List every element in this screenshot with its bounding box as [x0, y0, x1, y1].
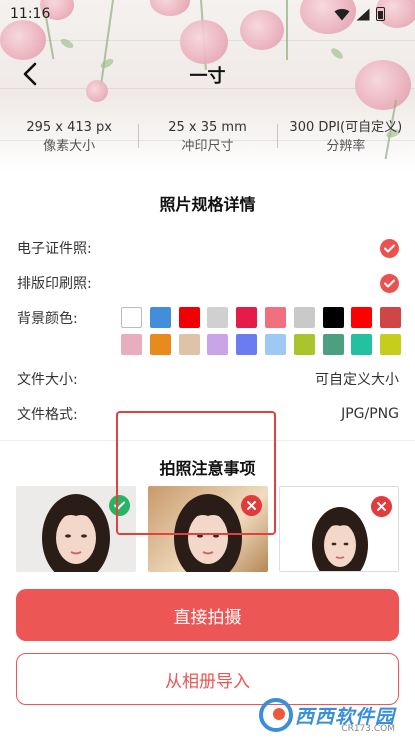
- sample-photo-wrong-framing: [279, 486, 399, 572]
- color-swatch[interactable]: [121, 334, 142, 355]
- color-swatch[interactable]: [149, 307, 171, 328]
- color-swatch[interactable]: [322, 307, 344, 328]
- spec-label: 冲印尺寸: [181, 139, 234, 154]
- shoot-button[interactable]: 直接拍摄: [16, 589, 399, 641]
- color-swatch[interactable]: [380, 307, 402, 328]
- spec-label: 像素大小: [43, 139, 96, 154]
- file-size-value: 可自定义大小: [315, 372, 399, 388]
- color-swatch[interactable]: [322, 334, 344, 355]
- print-photo-row: 排版印刷照:: [17, 271, 399, 295]
- color-swatch[interactable]: [207, 334, 229, 355]
- sample-photos: [16, 486, 399, 572]
- electronic-photo-label: 电子证件照:: [17, 241, 92, 257]
- spec-summary: 295 x 413 px 像素大小 25 x 35 mm 冲印尺寸 300 DP…: [0, 118, 415, 160]
- check-icon: [380, 273, 399, 293]
- background-color-row: 背景颜色:: [17, 306, 117, 330]
- file-size-label: 文件大小:: [17, 372, 78, 388]
- watermark-logo-icon: [258, 698, 293, 732]
- color-swatch[interactable]: [178, 307, 200, 328]
- color-swatch[interactable]: [236, 307, 258, 328]
- status-time: 11:16: [10, 6, 51, 22]
- notes-title: 拍照注意事项: [159, 459, 256, 478]
- spec-pixel-size: 295 x 413 px 像素大小: [0, 118, 138, 160]
- color-swatch[interactable]: [178, 334, 200, 355]
- spec-value: 25 x 35 mm: [168, 120, 247, 135]
- color-swatch[interactable]: [293, 334, 315, 355]
- color-swatch[interactable]: [351, 307, 373, 328]
- spec-label: 分辨率: [326, 139, 366, 154]
- rejected-icon: [240, 495, 262, 516]
- file-format-label: 文件格式:: [17, 407, 78, 423]
- watermark: 西西软件园 CR173.COM: [258, 698, 395, 734]
- color-swatch[interactable]: [380, 334, 402, 355]
- color-swatch[interactable]: [149, 334, 171, 355]
- file-format-value: JPG/PNG: [341, 406, 399, 422]
- status-bar: 11:16: [0, 0, 415, 30]
- details-title: 照片规格详情: [159, 195, 256, 214]
- details-card: 照片规格详情 电子证件照: 排版印刷照: 背景颜色: 文件大小: 可自定义大小 …: [0, 172, 415, 738]
- battery-icon: [376, 7, 385, 21]
- color-swatch[interactable]: [293, 307, 315, 328]
- approved-icon: [109, 495, 130, 516]
- rejected-icon: [371, 496, 392, 517]
- spec-resolution: 300 DPI(可自定义) 分辨率: [276, 118, 415, 160]
- color-swatch[interactable]: [264, 334, 286, 355]
- color-swatch[interactable]: [207, 307, 229, 328]
- wifi-icon: [334, 8, 350, 20]
- print-photo-label: 排版印刷照:: [17, 276, 92, 292]
- sample-photo-wrong-background: [147, 486, 268, 572]
- sample-photo-correct: [16, 486, 136, 572]
- background-color-label: 背景颜色:: [17, 311, 78, 327]
- spec-value: 300 DPI(可自定义): [289, 120, 403, 135]
- spec-value: 295 x 413 px: [26, 120, 112, 135]
- watermark-subtext: CR173.COM: [341, 724, 395, 734]
- color-swatch[interactable]: [121, 307, 142, 328]
- page-title: 一寸: [189, 66, 226, 87]
- file-format-row: 文件格式: JPG/PNG: [17, 402, 399, 426]
- spec-print-size: 25 x 35 mm 冲印尺寸: [138, 118, 276, 160]
- color-swatch-grid: [121, 307, 402, 355]
- color-swatch[interactable]: [351, 334, 373, 355]
- color-swatch[interactable]: [264, 307, 286, 328]
- signal-icon: [356, 8, 370, 20]
- check-icon: [380, 238, 399, 258]
- electronic-photo-row: 电子证件照:: [17, 236, 399, 260]
- divider: [0, 440, 415, 441]
- file-size-row: 文件大小: 可自定义大小: [17, 367, 399, 391]
- color-swatch[interactable]: [236, 334, 258, 355]
